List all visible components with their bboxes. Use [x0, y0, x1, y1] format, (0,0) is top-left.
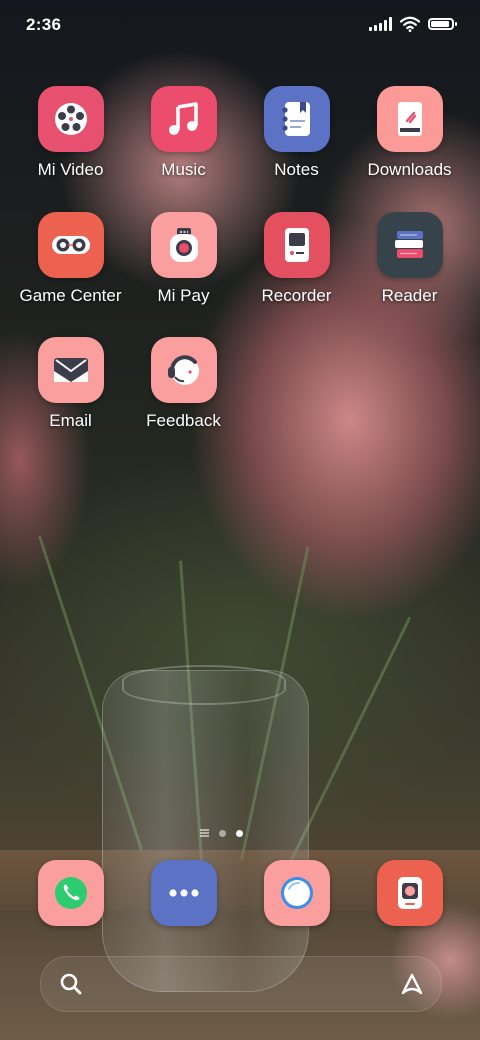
- books-icon: [376, 212, 443, 278]
- notepad-icon: [263, 86, 330, 152]
- app-reader[interactable]: Reader: [353, 212, 466, 306]
- dock-camera[interactable]: [377, 860, 443, 926]
- app-label: Downloads: [367, 160, 452, 179]
- search-icon[interactable]: [59, 972, 83, 996]
- app-label: Mi Pay: [157, 286, 210, 305]
- page-dot-active[interactable]: [236, 829, 243, 837]
- phone-icon: [55, 877, 87, 909]
- film-reel-icon: [37, 86, 104, 152]
- gamepad-icon: [37, 212, 104, 278]
- status-icons: [369, 15, 457, 33]
- app-label: Reader: [381, 286, 438, 305]
- app-label: Music: [161, 160, 206, 179]
- search-bar[interactable]: [40, 956, 442, 1012]
- download-icon: [376, 86, 443, 152]
- app-notes[interactable]: Notes: [240, 86, 353, 180]
- camera-icon: [398, 877, 422, 909]
- envelope-icon: [37, 337, 104, 403]
- cellular-signal-icon: [369, 17, 392, 31]
- headset-icon: [150, 337, 217, 403]
- app-feedback[interactable]: Feedback: [127, 337, 240, 431]
- dock-browser[interactable]: [264, 860, 330, 926]
- dock-messages[interactable]: [151, 860, 217, 926]
- dock-phone[interactable]: [38, 860, 104, 926]
- page-list-icon[interactable]: [200, 829, 209, 837]
- app-downloads[interactable]: Downloads: [353, 86, 466, 180]
- app-label: Mi Video: [37, 160, 104, 179]
- app-label: Recorder: [261, 286, 332, 305]
- app-label: Email: [49, 411, 92, 430]
- app-email[interactable]: Email: [14, 337, 127, 431]
- wifi-icon: [400, 16, 420, 32]
- battery-icon: [428, 18, 457, 30]
- wallet-icon: [150, 212, 217, 278]
- browser-icon: [281, 877, 313, 909]
- app-mi-video[interactable]: Mi Video: [14, 86, 127, 180]
- recorder-icon: [263, 212, 330, 278]
- page-dot[interactable]: [219, 829, 226, 837]
- app-label: Notes: [274, 160, 319, 179]
- status-time: 2:36: [26, 15, 62, 34]
- app-game-center[interactable]: Game Center: [14, 212, 127, 306]
- assistant-icon[interactable]: [399, 971, 425, 997]
- app-mi-pay[interactable]: Mi Pay: [127, 212, 240, 306]
- app-label: Feedback: [146, 411, 221, 430]
- app-label: Game Center: [19, 286, 122, 305]
- status-bar: 2:36: [0, 0, 480, 52]
- page-indicator[interactable]: [200, 829, 243, 837]
- app-recorder[interactable]: Recorder: [240, 212, 353, 306]
- messages-icon: [169, 889, 199, 897]
- music-note-icon: [150, 86, 217, 152]
- app-music[interactable]: Music: [127, 86, 240, 180]
